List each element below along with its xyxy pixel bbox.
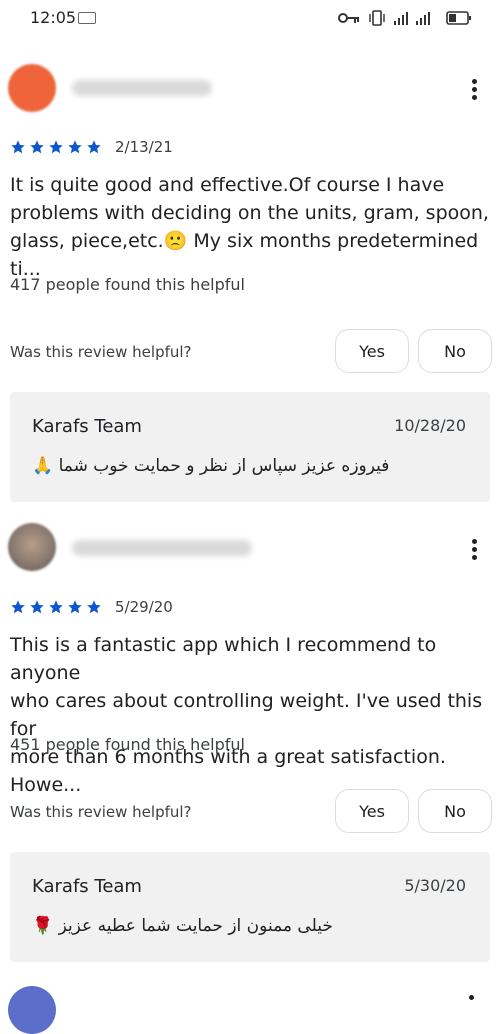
review-text-line: problems with deciding on the units, gra… <box>10 202 489 224</box>
review-date: 2/13/21 <box>115 138 173 156</box>
screen-record-icon <box>78 12 96 24</box>
review-text: This is a fantastic app which I recommen… <box>10 631 492 799</box>
reply-date: 10/28/20 <box>394 416 466 435</box>
key-icon <box>338 13 359 23</box>
yes-button[interactable]: Yes <box>335 789 409 833</box>
helpful-question: Was this review helpful? <box>10 803 192 821</box>
more-options-icon[interactable] <box>469 995 474 1000</box>
status-icons <box>338 8 472 28</box>
review-date: 5/29/20 <box>115 598 173 616</box>
helpful-count: 451 people found this helpful <box>10 735 245 754</box>
no-button[interactable]: No <box>418 789 492 833</box>
review-text-line: This is a fantastic app which I recommen… <box>10 634 437 684</box>
review-text-line: It is quite good and effective.Of course… <box>10 174 445 196</box>
yes-button[interactable]: Yes <box>335 329 409 373</box>
star-icon <box>68 140 82 154</box>
avatar <box>8 523 56 571</box>
reply-date: 5/30/20 <box>404 876 466 895</box>
star-icon <box>11 140 25 154</box>
star-icon <box>87 600 101 614</box>
helpful-question: Was this review helpful? <box>10 343 192 361</box>
developer-reply: Karafs Team 5/30/20 خیلی ممنون از حمایت … <box>10 852 490 962</box>
star-icon <box>87 140 101 154</box>
helpful-count: 417 people found this helpful <box>10 275 245 294</box>
developer-reply: Karafs Team 10/28/20 فیروزه عزیز سپاس از… <box>10 392 490 502</box>
star-rating <box>10 599 102 617</box>
no-button[interactable]: No <box>418 329 492 373</box>
star-icon <box>49 140 63 154</box>
star-rating <box>10 139 102 157</box>
star-icon <box>11 600 25 614</box>
star-icon <box>30 600 44 614</box>
status-time: 12:05 <box>30 8 77 27</box>
reviewer-name-blurred <box>72 540 252 556</box>
reply-author: Karafs Team <box>32 416 142 437</box>
signal-icon <box>394 12 430 25</box>
reply-text: خیلی ممنون از حمایت شما عطیه عزیز 🌹 <box>32 916 333 936</box>
battery-icon <box>446 11 471 25</box>
reviewer-name-blurred <box>72 80 212 96</box>
star-icon <box>68 600 82 614</box>
status-bar: 12:05 <box>0 0 500 36</box>
review-text: It is quite good and effective.Of course… <box>10 171 492 283</box>
reply-text: فیروزه عزیز سپاس از نظر و حمایت خوب شما … <box>32 456 390 476</box>
avatar <box>8 64 56 112</box>
star-icon <box>30 140 44 154</box>
reply-author: Karafs Team <box>32 876 142 897</box>
star-icon <box>49 600 63 614</box>
more-options-icon[interactable] <box>468 536 480 564</box>
more-options-icon[interactable] <box>468 76 480 104</box>
vibrate-icon <box>369 10 385 26</box>
avatar <box>8 986 56 1034</box>
